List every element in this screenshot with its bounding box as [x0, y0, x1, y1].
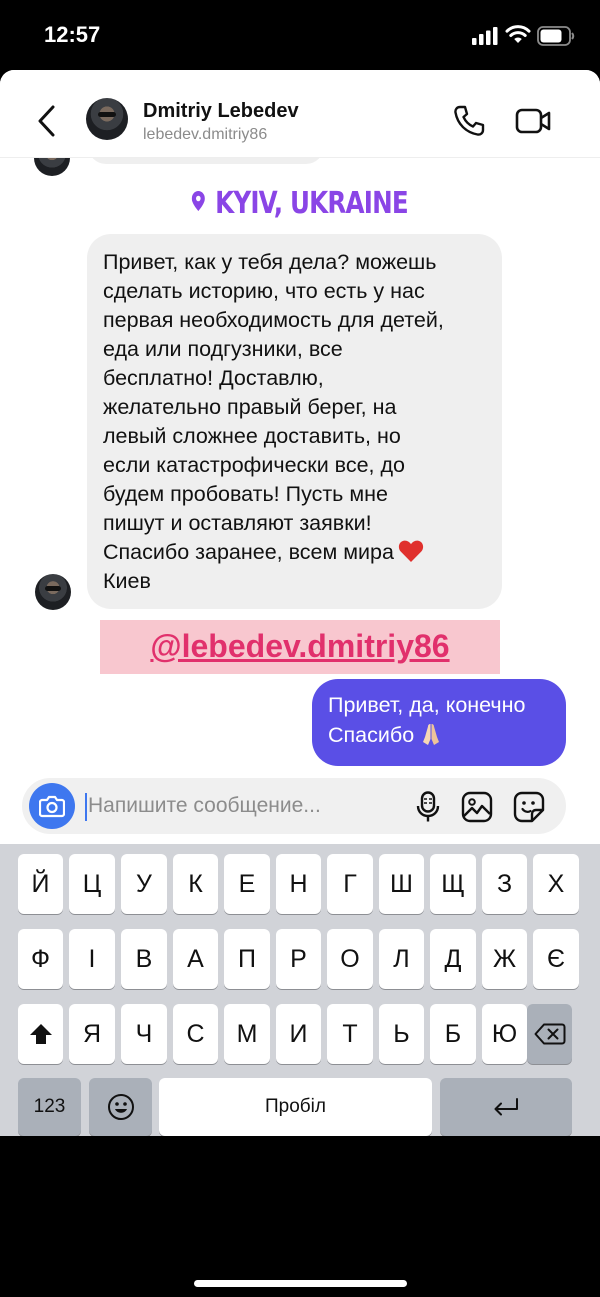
key[interactable]: Б: [430, 1004, 476, 1064]
space-key[interactable]: Пробіл: [159, 1078, 432, 1136]
sender-avatar: [34, 158, 70, 176]
key[interactable]: У: [121, 854, 167, 914]
outgoing-message-bubble[interactable]: Привет, да, конечно Спасибо: [312, 679, 566, 766]
key[interactable]: Ж: [482, 929, 527, 989]
key[interactable]: Є: [533, 929, 579, 989]
phone-call-icon[interactable]: [452, 104, 486, 138]
camera-button[interactable]: [29, 783, 75, 829]
key[interactable]: В: [121, 929, 167, 989]
return-arrow-icon: [494, 1098, 518, 1116]
key[interactable]: М: [224, 1004, 270, 1064]
key[interactable]: Х: [533, 854, 579, 914]
contact-handle: lebedev.dmitriy86: [143, 126, 268, 143]
previous-message-bubble[interactable]: [88, 158, 324, 164]
microphone-icon[interactable]: [416, 791, 440, 823]
sticker-icon[interactable]: [513, 791, 545, 823]
key[interactable]: П: [224, 929, 270, 989]
incoming-message-bubble[interactable]: Привет, как у тебя дела? можешь сделать …: [87, 234, 502, 609]
location-text: KYIV, UKRAINE: [215, 186, 409, 221]
mention-sticker[interactable]: @lebedev.dmitriy86: [100, 620, 500, 674]
backspace-key[interactable]: [527, 1004, 572, 1064]
key[interactable]: А: [173, 929, 218, 989]
video-call-icon[interactable]: [515, 106, 551, 136]
numbers-key[interactable]: 123: [18, 1078, 81, 1136]
home-indicator[interactable]: [194, 1280, 407, 1287]
message-thread[interactable]: KYIV, UKRAINE Привет, как у тебя дела? м…: [0, 158, 600, 768]
mention-text[interactable]: @lebedev.dmitriy86: [100, 628, 500, 665]
key[interactable]: Ф: [18, 929, 63, 989]
contact-avatar[interactable]: [86, 98, 128, 140]
message-composer: [22, 778, 566, 834]
key[interactable]: Р: [276, 929, 321, 989]
backspace-icon: [534, 1023, 565, 1045]
status-bar: 12:57: [0, 0, 600, 70]
key[interactable]: Л: [379, 929, 424, 989]
key[interactable]: И: [276, 1004, 321, 1064]
keyboard: Й Ц У К Е Н Г Ш Щ З Х Ф І В А П Р О Л Д …: [0, 844, 600, 1136]
key[interactable]: Е: [224, 854, 270, 914]
shift-key[interactable]: [18, 1004, 63, 1064]
key[interactable]: К: [173, 854, 218, 914]
back-arrow-icon[interactable]: [36, 104, 58, 138]
message-input[interactable]: [88, 790, 388, 822]
key[interactable]: Ч: [121, 1004, 167, 1064]
battery-icon: [537, 26, 575, 46]
key[interactable]: Щ: [430, 854, 476, 914]
chat-header: Dmitriy Lebedev lebedev.dmitriy86: [0, 70, 600, 158]
key[interactable]: І: [69, 929, 115, 989]
sender-avatar: [35, 574, 71, 610]
key[interactable]: О: [327, 929, 373, 989]
folded-hands-icon: [423, 724, 440, 745]
emoji-icon: [107, 1094, 134, 1120]
key[interactable]: Ю: [482, 1004, 527, 1064]
contact-name[interactable]: Dmitriy Lebedev: [143, 100, 299, 123]
key[interactable]: З: [482, 854, 527, 914]
location-pin-icon: [192, 191, 206, 211]
key[interactable]: Ц: [69, 854, 115, 914]
direct-message-screen: Dmitriy Lebedev lebedev.dmitriy86 KYIV, …: [0, 70, 600, 1136]
red-heart-icon: [398, 540, 424, 562]
emoji-key[interactable]: [89, 1078, 152, 1136]
return-key[interactable]: [440, 1078, 572, 1136]
key[interactable]: Н: [276, 854, 321, 914]
key[interactable]: С: [173, 1004, 218, 1064]
incoming-message-tail: Киев: [103, 569, 151, 593]
shift-arrow-icon: [29, 1024, 52, 1044]
text-cursor: [85, 793, 87, 821]
key[interactable]: Т: [327, 1004, 373, 1064]
camera-icon: [39, 795, 65, 818]
status-time: 12:57: [44, 22, 101, 47]
key[interactable]: Й: [18, 854, 63, 914]
key[interactable]: Д: [430, 929, 476, 989]
gallery-icon[interactable]: [461, 791, 493, 823]
key[interactable]: Г: [327, 854, 373, 914]
incoming-message-text: Привет, как у тебя дела? можешь сделать …: [103, 250, 444, 564]
key[interactable]: Я: [69, 1004, 115, 1064]
key[interactable]: Ш: [379, 854, 424, 914]
key[interactable]: Ь: [379, 1004, 424, 1064]
location-sticker[interactable]: KYIV, UKRAINE: [54, 186, 546, 221]
cellular-signal-icon: [472, 27, 498, 45]
wifi-icon: [505, 25, 531, 43]
